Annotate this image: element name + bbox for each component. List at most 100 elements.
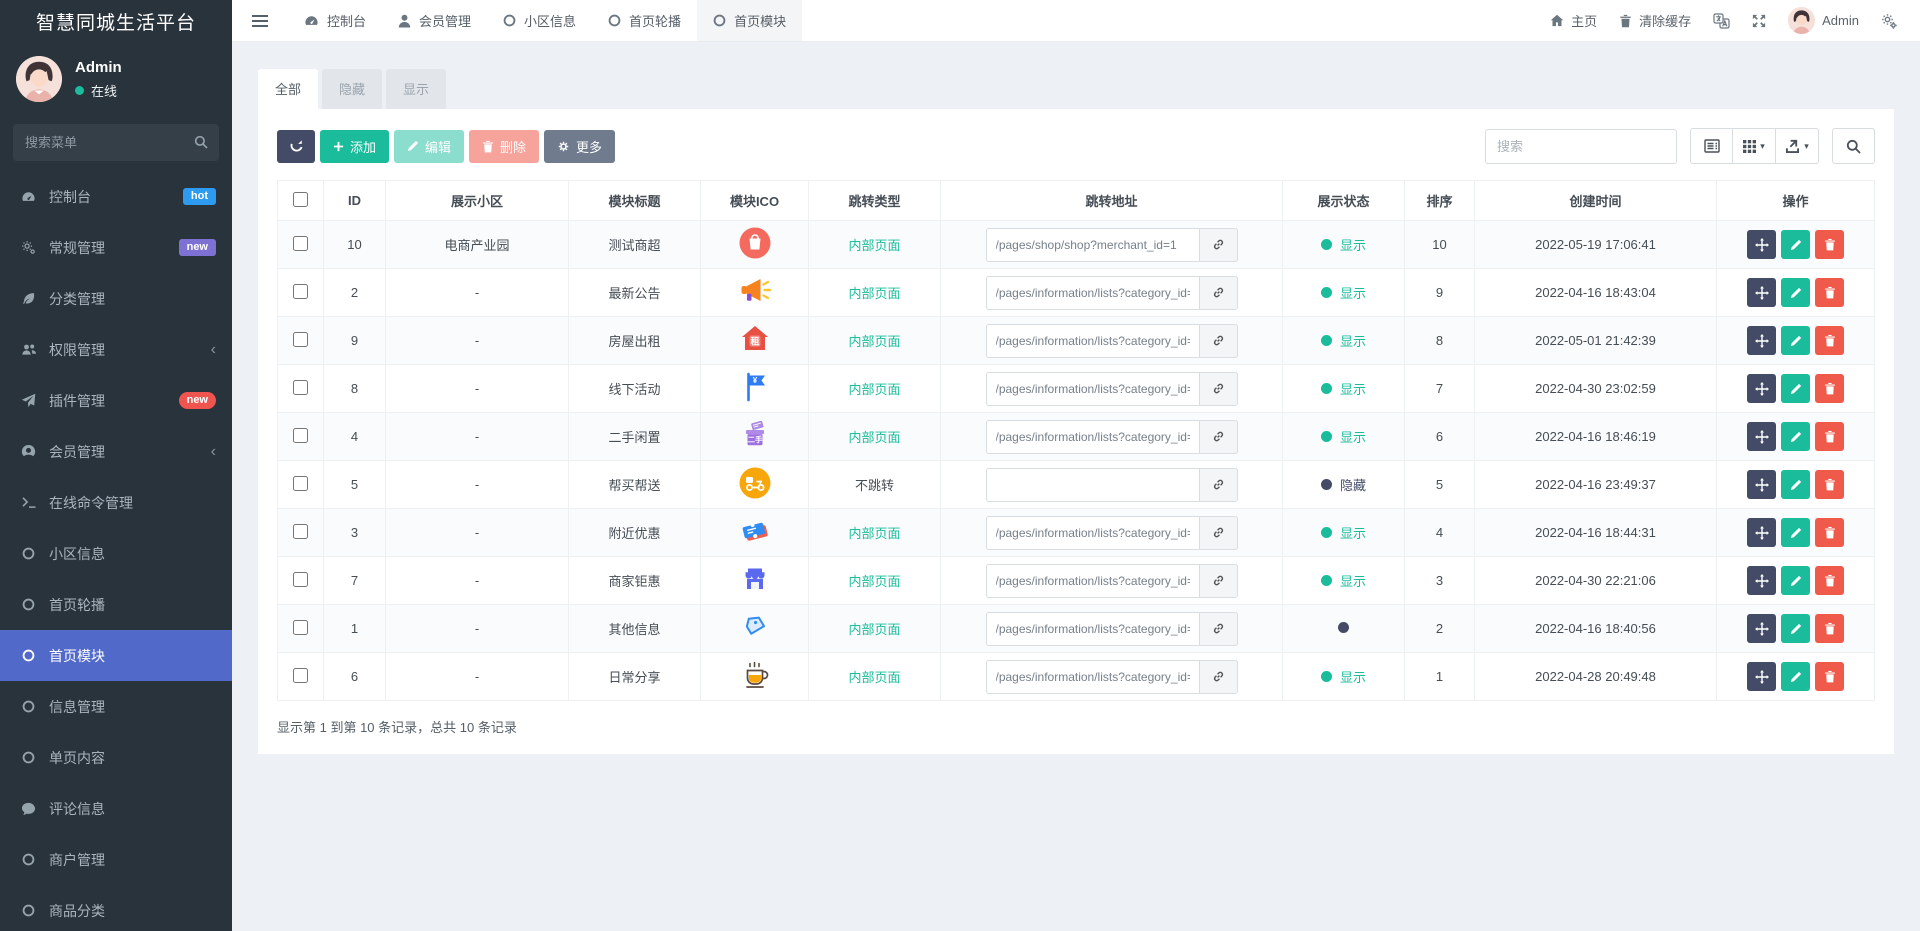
status-badge[interactable]: 显示 bbox=[1320, 427, 1366, 446]
drag-button[interactable] bbox=[1747, 422, 1776, 451]
clear-cache-button[interactable]: 清除缓存 bbox=[1608, 0, 1702, 41]
jump-url-input[interactable] bbox=[985, 323, 1199, 358]
link-button[interactable] bbox=[1198, 467, 1238, 502]
export-button[interactable]: ▾ bbox=[1776, 128, 1819, 164]
table-search-input[interactable] bbox=[1485, 128, 1677, 164]
sidebar-item[interactable]: 分类管理 bbox=[0, 273, 232, 324]
status-badge[interactable]: 隐藏 bbox=[1320, 475, 1366, 494]
user-menu[interactable]: Admin bbox=[1777, 0, 1870, 41]
row-checkbox[interactable] bbox=[293, 283, 308, 299]
delete-button[interactable]: 删除 bbox=[469, 129, 540, 163]
jump-url-input[interactable] bbox=[985, 227, 1199, 262]
row-checkbox[interactable] bbox=[293, 619, 308, 635]
row-checkbox[interactable] bbox=[293, 379, 308, 395]
topbar-tab[interactable]: 首页轮播 bbox=[592, 0, 697, 41]
row-edit-button[interactable] bbox=[1781, 374, 1810, 403]
sidebar-item[interactable]: 常规管理 new bbox=[0, 222, 232, 273]
add-button[interactable]: 添加 bbox=[320, 129, 390, 163]
row-delete-button[interactable] bbox=[1815, 230, 1844, 259]
status-badge[interactable] bbox=[1338, 622, 1349, 633]
refresh-button[interactable] bbox=[277, 129, 315, 163]
row-delete-button[interactable] bbox=[1815, 614, 1844, 643]
detail-view-button[interactable] bbox=[1690, 128, 1733, 164]
filter-tab[interactable]: 全部 bbox=[258, 69, 319, 109]
jump-url-input[interactable] bbox=[985, 515, 1199, 550]
topbar-tab[interactable]: 首页模块 bbox=[697, 0, 803, 41]
filter-tab[interactable]: 显示 bbox=[386, 69, 447, 109]
row-edit-button[interactable] bbox=[1781, 230, 1810, 259]
status-badge[interactable]: 显示 bbox=[1320, 331, 1366, 350]
link-button[interactable] bbox=[1198, 515, 1238, 550]
status-badge[interactable]: 显示 bbox=[1320, 571, 1366, 590]
sidebar-item[interactable]: 首页模块 bbox=[0, 630, 232, 681]
edit-button[interactable]: 编辑 bbox=[394, 129, 465, 163]
link-button[interactable] bbox=[1198, 227, 1238, 262]
jump-url-input[interactable] bbox=[985, 371, 1199, 406]
avatar[interactable] bbox=[16, 56, 62, 102]
sidebar-item[interactable]: 商户管理 bbox=[0, 834, 232, 885]
link-button[interactable] bbox=[1198, 275, 1238, 310]
topbar-tab[interactable]: 会员管理 bbox=[382, 0, 487, 41]
sidebar-item[interactable]: 控制台 hot bbox=[0, 171, 232, 222]
row-delete-button[interactable] bbox=[1815, 278, 1844, 307]
row-edit-button[interactable] bbox=[1781, 422, 1810, 451]
status-badge[interactable]: 显示 bbox=[1320, 379, 1366, 398]
select-all-checkbox[interactable] bbox=[293, 191, 308, 207]
sidebar-item[interactable]: 首页轮播 bbox=[0, 579, 232, 630]
row-edit-button[interactable] bbox=[1781, 566, 1810, 595]
link-button[interactable] bbox=[1198, 419, 1238, 454]
drag-button[interactable] bbox=[1747, 662, 1776, 691]
sidebar-item[interactable]: 信息管理 bbox=[0, 681, 232, 732]
row-delete-button[interactable] bbox=[1815, 566, 1844, 595]
row-delete-button[interactable] bbox=[1815, 374, 1844, 403]
fullscreen-button[interactable] bbox=[1741, 0, 1777, 41]
settings-button[interactable] bbox=[1870, 0, 1908, 41]
sidebar-item[interactable]: 小区信息 bbox=[0, 528, 232, 579]
sidebar-item[interactable]: 会员管理 ‹ bbox=[0, 426, 232, 477]
row-delete-button[interactable] bbox=[1815, 518, 1844, 547]
sidebar-item[interactable]: 商品分类 bbox=[0, 885, 232, 931]
row-checkbox[interactable] bbox=[293, 235, 308, 251]
link-button[interactable] bbox=[1198, 563, 1238, 598]
row-edit-button[interactable] bbox=[1781, 662, 1810, 691]
sidebar-item[interactable]: 单页内容 bbox=[0, 732, 232, 783]
row-delete-button[interactable] bbox=[1815, 326, 1844, 355]
link-button[interactable] bbox=[1198, 323, 1238, 358]
row-edit-button[interactable] bbox=[1781, 326, 1810, 355]
sidebar-item[interactable]: 插件管理 new bbox=[0, 375, 232, 426]
row-edit-button[interactable] bbox=[1781, 470, 1810, 499]
topbar-tab[interactable]: 小区信息 bbox=[487, 0, 592, 41]
link-button[interactable] bbox=[1198, 611, 1238, 646]
home-button[interactable]: 主页 bbox=[1539, 0, 1608, 41]
drag-button[interactable] bbox=[1747, 374, 1776, 403]
drag-button[interactable] bbox=[1747, 470, 1776, 499]
status-badge[interactable]: 显示 bbox=[1320, 283, 1366, 302]
drag-button[interactable] bbox=[1747, 518, 1776, 547]
drag-button[interactable] bbox=[1747, 230, 1776, 259]
row-edit-button[interactable] bbox=[1781, 614, 1810, 643]
row-checkbox[interactable] bbox=[293, 523, 308, 539]
sidebar-item[interactable]: 在线命令管理 bbox=[0, 477, 232, 528]
row-delete-button[interactable] bbox=[1815, 470, 1844, 499]
drag-button[interactable] bbox=[1747, 614, 1776, 643]
row-checkbox[interactable] bbox=[293, 331, 308, 347]
more-button[interactable]: 更多 bbox=[544, 129, 616, 163]
jump-url-input[interactable] bbox=[985, 467, 1199, 502]
row-checkbox[interactable] bbox=[293, 475, 308, 491]
link-button[interactable] bbox=[1198, 659, 1238, 694]
menu-search-input[interactable] bbox=[13, 124, 219, 161]
row-delete-button[interactable] bbox=[1815, 422, 1844, 451]
row-delete-button[interactable] bbox=[1815, 662, 1844, 691]
jump-url-input[interactable] bbox=[985, 563, 1199, 598]
filter-tab[interactable]: 隐藏 bbox=[322, 69, 383, 109]
drag-button[interactable] bbox=[1747, 566, 1776, 595]
search-button[interactable] bbox=[1832, 128, 1875, 164]
row-edit-button[interactable] bbox=[1781, 518, 1810, 547]
jump-url-input[interactable] bbox=[985, 275, 1199, 310]
link-button[interactable] bbox=[1198, 371, 1238, 406]
hamburger-icon[interactable] bbox=[232, 0, 288, 41]
row-checkbox[interactable] bbox=[293, 427, 308, 443]
row-checkbox[interactable] bbox=[293, 571, 308, 587]
drag-button[interactable] bbox=[1747, 278, 1776, 307]
status-badge[interactable]: 显示 bbox=[1320, 235, 1366, 254]
